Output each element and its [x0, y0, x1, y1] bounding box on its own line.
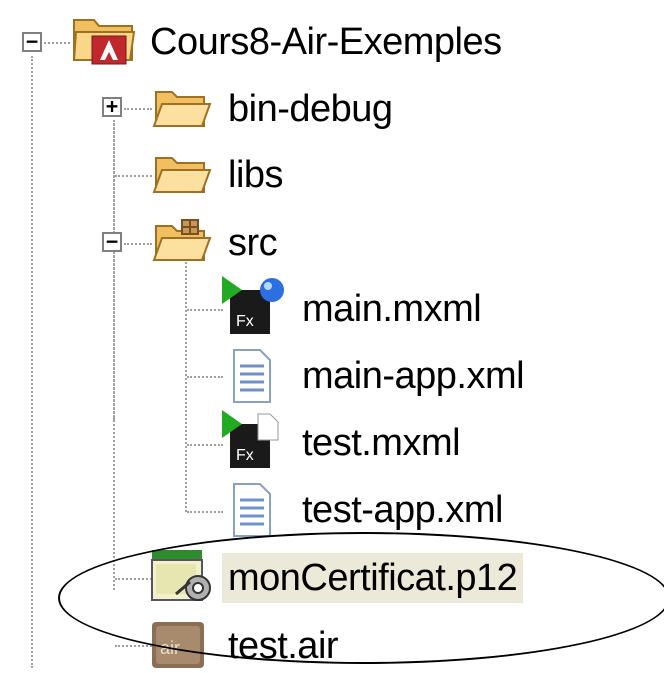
tree-guide-line	[31, 56, 33, 668]
xml-file-icon	[232, 482, 272, 538]
tree-item-label[interactable]: monCertificat.p12	[222, 553, 524, 603]
tree-item-label[interactable]: main-app.xml	[302, 351, 525, 401]
project-tree: − Cours8-Air-Exemples + bin-debug libs −	[0, 0, 664, 668]
tree-guide-line	[124, 243, 152, 245]
air-package-icon: air	[150, 618, 206, 668]
collapse-root-toggle[interactable]: −	[22, 31, 42, 52]
svg-text:Fx: Fx	[236, 313, 254, 330]
tree-guide-line	[113, 120, 115, 590]
tree-guide-line	[185, 262, 187, 512]
tree-guide-line	[124, 108, 152, 110]
tree-guide-line	[44, 42, 70, 44]
folder-icon	[152, 152, 212, 198]
tree-guide-line	[187, 376, 223, 378]
certificate-icon	[150, 548, 214, 606]
flex-mxml-icon: Fx	[222, 410, 288, 472]
tree-item-label[interactable]: test-app.xml	[302, 485, 503, 535]
tree-guide-line	[115, 175, 152, 177]
tree-item-label[interactable]: main.mxml	[302, 284, 482, 334]
tree-guide-line	[187, 511, 223, 513]
tree-item-label[interactable]: test.air	[228, 621, 339, 671]
air-project-icon	[72, 10, 138, 66]
tree-item-label[interactable]: test.mxml	[302, 418, 461, 468]
flex-main-app-icon: Fx	[222, 276, 288, 338]
tree-guide-line	[115, 645, 152, 647]
tree-item-label[interactable]: Cours8-Air-Exemples	[150, 17, 502, 67]
tree-guide-line	[187, 309, 223, 311]
collapse-src-toggle[interactable]: −	[102, 231, 122, 252]
tree-item-label[interactable]: bin-debug	[228, 84, 393, 134]
tree-item-label[interactable]: libs	[228, 150, 284, 200]
tree-guide-line	[115, 578, 152, 580]
source-folder-icon	[152, 218, 212, 266]
expand-bin-debug-toggle[interactable]: +	[102, 96, 122, 117]
svg-text:air: air	[160, 638, 180, 658]
tree-guide-line	[187, 444, 223, 446]
svg-text:Fx: Fx	[236, 447, 254, 464]
tree-item-label[interactable]: src	[228, 218, 278, 268]
xml-file-icon	[232, 348, 272, 404]
folder-icon	[152, 86, 212, 132]
